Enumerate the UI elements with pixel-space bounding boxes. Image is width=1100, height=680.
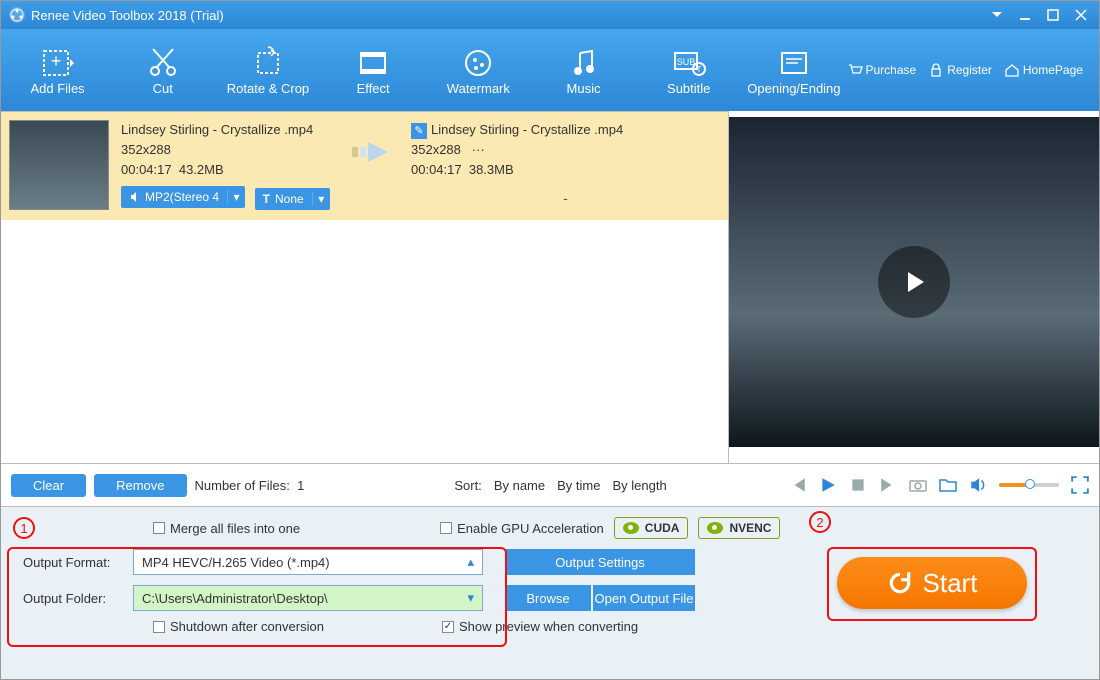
sort-label: Sort: [454,478,481,493]
app-title: Renee Video Toolbox 2018 (Trial) [31,8,224,23]
toolbar-label: Music [567,81,601,96]
toolbar-subtitle[interactable]: SUBT Subtitle [636,31,741,109]
toolbar-cut[interactable]: Cut [110,31,215,109]
output-format-label: Output Format: [13,555,133,570]
dest-file-name: ✎Lindsey Stirling - Crystallize .mp4 [411,120,720,140]
chevron-down-icon: ▾ [312,192,330,206]
merge-checkbox[interactable]: Merge all files into one [153,521,300,536]
svg-text:SUB: SUB [676,57,695,67]
sort-by-time[interactable]: By time [557,478,600,493]
output-folder-dropdown[interactable]: C:\Users\Administrator\Desktop\ ▾ [133,585,483,611]
annotation-2: 2 [809,511,831,533]
edit-icon[interactable]: ✎ [411,123,427,139]
purchase-link[interactable]: Purchase [847,62,917,78]
app-logo-icon [9,7,25,23]
toolbar-music[interactable]: Music [531,31,636,109]
shutdown-checkbox[interactable]: Shutdown after conversion [153,619,324,634]
progress-placeholder: - [411,180,720,206]
svg-text:+: + [50,51,61,71]
show-preview-checkbox[interactable]: ✓Show preview when converting [442,619,638,634]
work-area: Lindsey Stirling - Crystallize .mp4 352x… [1,111,1099,463]
toolbar-watermark[interactable]: Watermark [426,31,531,109]
video-thumbnail [9,120,109,210]
maximize-button[interactable] [1043,5,1063,25]
nvenc-badge: NVENC [698,517,780,539]
stop-track-button[interactable] [849,476,867,494]
toolbar-opening-ending[interactable]: Opening/Ending [741,31,846,109]
video-preview [729,117,1099,447]
output-format-dropdown[interactable]: MP4 HEVC/H.265 Video (*.mp4) ▴ [133,549,483,575]
toolbar-label: Subtitle [667,81,710,96]
homepage-link[interactable]: HomePage [1004,62,1083,78]
audio-dropdown[interactable]: MP2(Stereo 4 ▾ [121,186,245,208]
close-button[interactable] [1071,5,1091,25]
volume-icon[interactable] [969,476,987,494]
refresh-icon [887,570,913,596]
preview-controls [789,476,1089,494]
dest-duration-size: 00:04:17 38.3MB [411,160,720,180]
volume-slider[interactable] [999,483,1059,487]
output-settings-button[interactable]: Output Settings [505,549,695,575]
subtitle-dropdown[interactable]: TNone ▾ [255,188,330,210]
main-toolbar: + Add Files Cut Rotate & Crop Effect Wat… [1,29,1099,111]
toolbar-label: Rotate & Crop [227,81,309,96]
chevron-down-icon: ▾ [467,590,474,606]
chevron-down-icon: ▾ [227,190,245,204]
toolbar-label: Effect [357,81,390,96]
snapshot-button[interactable] [909,476,927,494]
source-duration-size: 00:04:17 43.2MB [121,160,349,180]
prev-track-button[interactable] [789,476,807,494]
open-output-file-button[interactable]: Open Output File [593,585,695,611]
annotation-1: 1 [13,517,35,539]
gpu-checkbox[interactable]: Enable GPU Acceleration [440,521,604,536]
start-button[interactable]: Start [837,557,1027,609]
output-folder-label: Output Folder: [13,591,133,606]
next-track-button[interactable] [879,476,897,494]
toolbar-effect[interactable]: Effect [321,31,426,109]
browse-button[interactable]: Browse [505,585,591,611]
register-link[interactable]: Register [928,62,992,78]
titlebar: Renee Video Toolbox 2018 (Trial) [1,1,1099,29]
file-list: Lindsey Stirling - Crystallize .mp4 352x… [1,111,729,463]
menu-button[interactable] [987,5,1007,25]
toolbar-label: Cut [153,81,173,96]
dest-resolution: 352x288 ··· [411,140,720,160]
chevron-up-icon: ▴ [467,554,474,570]
cuda-badge: CUDA [614,517,689,539]
clear-button[interactable]: Clear [11,474,86,497]
list-controls-bar: Clear Remove Number of Files: 1 Sort: By… [1,463,1099,507]
file-row[interactable]: Lindsey Stirling - Crystallize .mp4 352x… [1,112,728,220]
fullscreen-button[interactable] [1071,476,1089,494]
source-file-name: Lindsey Stirling - Crystallize .mp4 [121,120,349,140]
sort-by-length[interactable]: By length [612,478,666,493]
toolbar-add-files[interactable]: + Add Files [5,31,110,109]
minimize-button[interactable] [1015,5,1035,25]
file-count-label: Number of Files: 1 [195,478,305,493]
svg-text:T: T [696,65,701,74]
bottom-panel: 1 Merge all files into one Enable GPU Ac… [1,507,1099,679]
arrow-icon [349,120,399,212]
toolbar-label: Opening/Ending [747,81,840,96]
toolbar-label: Add Files [30,81,84,96]
preview-panel [729,111,1099,463]
open-folder-button[interactable] [939,476,957,494]
sort-by-name[interactable]: By name [494,478,545,493]
toolbar-rotate-crop[interactable]: Rotate & Crop [215,31,320,109]
toolbar-label: Watermark [447,81,510,96]
play-button[interactable] [878,246,950,318]
play-track-button[interactable] [819,476,837,494]
source-resolution: 352x288 [121,140,349,160]
remove-button[interactable]: Remove [94,474,186,497]
